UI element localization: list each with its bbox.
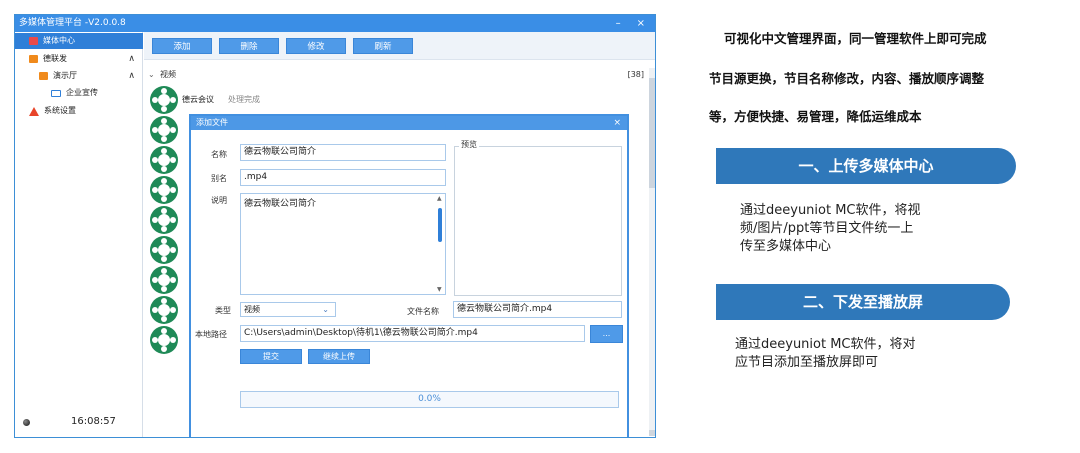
sidebar-item-delianfa[interactable]: 德联发 ∧ [15,51,143,67]
list-item[interactable] [150,266,190,296]
description-scrollbar[interactable]: ▲ ▼ [437,195,443,293]
window-title: 多媒体管理平台 -V2.0.0.8 [19,18,126,28]
filename-field[interactable]: 德云物联公司简介.mp4 [453,301,622,318]
film-reel-icon [150,236,178,264]
dialog-title-text: 添加文件 [196,118,228,127]
intro-line-1: 可视化中文管理界面，同一管理软件上即可完成 [724,31,987,46]
section-banner-deploy: 二、下发至播放屏 [716,284,1010,320]
scrollbar-thumb[interactable] [438,208,442,242]
desc-line: 应节目添加至播放屏即可 [735,355,879,370]
toolbar: 添加 删除 修改 刷新 [144,32,655,60]
type-select-value: 视频 [244,305,260,314]
intro-line-3: 等，方便快捷、易管理，降低运维成本 [709,109,922,124]
clock: 16:08:57 [71,416,116,427]
preview-label: 预览 [459,139,479,150]
section-desc-upload: 通过deeyuniot MC软件，将视 频/图片/ppt等节目文件统一上 传至多… [740,202,1010,256]
app-window: 多媒体管理平台 -V2.0.0.8 – × 媒体中心 德联发 ∧ 演示厅 ∧ 企… [14,14,656,438]
chevron-up-icon[interactable]: ∧ [128,51,135,67]
description-textarea[interactable]: 德云物联公司简介 ▲ ▼ [240,193,446,295]
list-item[interactable] [150,176,190,206]
sidebar-item-demo-hall[interactable]: 演示厅 ∧ [15,68,143,84]
list-section-header[interactable]: ⌄ 视频 [38] [144,68,650,82]
chevron-down-icon[interactable]: ⌄ [148,68,155,82]
film-reel-icon [150,266,178,294]
sidebar-item-media-center[interactable]: 媒体中心 [15,33,143,49]
dialog-title: 添加文件 × [191,116,627,130]
desc-line: 频/图片/ppt等节目文件统一上 [740,221,914,236]
sidebar-item-label: 企业宣传 [66,88,98,97]
chevron-down-icon[interactable]: ▼ [437,286,442,293]
sidebar-item-label: 系统设置 [44,106,76,115]
list-item[interactable] [150,326,190,356]
type-label: 类型 [215,306,231,315]
close-button[interactable]: × [637,15,645,32]
intro-line-2: 节目源更换，节目名称修改，内容、播放顺序调整 [709,71,985,86]
folder-icon [39,72,48,80]
list-item[interactable] [150,206,190,236]
scrollbar[interactable] [649,68,655,436]
edit-button[interactable]: 修改 [286,38,346,54]
add-button[interactable]: 添加 [152,38,212,54]
close-icon[interactable]: × [613,116,621,130]
chevron-down-icon[interactable]: ⌄ [322,303,329,316]
upload-progress-bar: 0.0% [240,391,619,408]
film-reel-icon [150,176,178,204]
scrollbar-end[interactable] [649,430,655,436]
title-bar: 多媒体管理平台 -V2.0.0.8 – × [15,15,655,32]
sidebar-item-system-settings[interactable]: 系统设置 [15,103,143,119]
minimize-button[interactable]: – [616,15,621,32]
film-reel-icon [150,296,178,324]
add-file-dialog: 添加文件 × 名称 德云物联公司简介 别名 .mp4 说明 德云物联公司简介 ▲… [189,114,629,437]
chevron-up-icon[interactable]: ▲ [437,195,442,202]
list-item[interactable] [150,296,190,326]
submit-button[interactable]: 提交 [240,349,302,364]
name-field[interactable]: 德云物联公司简介 [240,144,446,161]
preview-box [454,146,622,296]
list-item[interactable]: 德云会议 处理完成 [150,86,260,116]
description-label: 说明 [211,196,227,205]
media-icon [29,37,38,45]
path-label: 本地路径 [195,330,227,339]
sidebar: 媒体中心 德联发 ∧ 演示厅 ∧ 企业宣传 系统设置 16:08:57 [15,32,143,437]
desc-line: 传至多媒体中心 [740,239,832,254]
section-desc-deploy: 通过deeyuniot MC软件，将对 应节目添加至播放屏即可 [735,336,1005,372]
film-reel-icon [150,86,178,114]
sidebar-item-label: 演示厅 [53,71,77,80]
desc-line: 通过deeyuniot MC软件，将对 [735,337,916,352]
film-reel-icon [150,116,178,144]
section-banner-upload: 一、上传多媒体中心 [716,148,1016,184]
description-text: 德云物联公司简介 [244,199,317,209]
sidebar-item-label: 媒体中心 [43,36,75,45]
film-reel-icon [150,326,178,354]
scrollbar-thumb[interactable] [649,78,655,188]
list-item-name: 德云会议 [182,95,214,104]
list-item[interactable] [150,146,190,176]
filename-label: 文件名称 [407,307,439,316]
list-item[interactable] [150,116,190,146]
continue-upload-button[interactable]: 继续上传 [308,349,370,364]
local-path-field[interactable]: C:\Users\admin\Desktop\待机1\德云物联公司简介.mp4 [240,325,585,342]
browse-button[interactable]: ... [590,325,623,343]
status-indicator-icon [23,419,30,426]
name-label: 名称 [211,150,227,159]
refresh-button[interactable]: 刷新 [353,38,413,54]
list-item-status: 处理完成 [228,95,260,104]
screen-icon [51,89,61,97]
desc-line: 通过deeyuniot MC软件，将视 [740,203,921,218]
section-title: 视频 [160,70,176,79]
film-reel-icon [150,206,178,234]
alias-field[interactable]: .mp4 [240,169,446,186]
type-select[interactable]: 视频 ⌄ [240,302,336,317]
film-reel-icon [150,146,178,174]
chevron-up-icon[interactable]: ∧ [128,68,135,84]
progress-text: 0.0% [418,394,441,404]
list-item[interactable] [150,236,190,266]
folder-icon [29,55,38,63]
warning-icon [29,106,39,116]
alias-label: 别名 [211,174,227,183]
delete-button[interactable]: 删除 [219,38,279,54]
sidebar-item-corporate-promo[interactable]: 企业宣传 [15,85,143,101]
sidebar-item-label: 德联发 [43,54,67,63]
item-count: [38] [627,70,644,79]
